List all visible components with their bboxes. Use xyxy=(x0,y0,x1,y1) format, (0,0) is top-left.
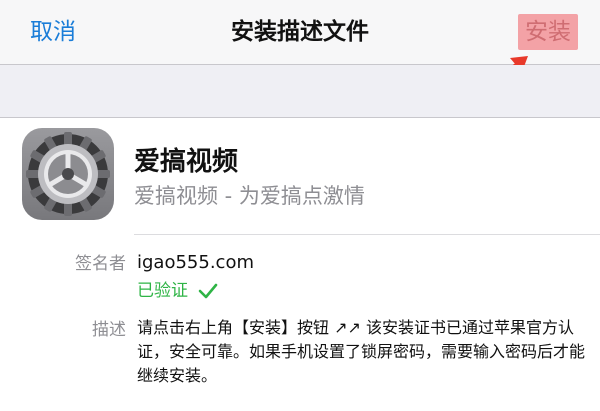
signer-label: 签名者 xyxy=(75,254,126,274)
divider xyxy=(134,234,600,235)
install-button[interactable]: 安装 xyxy=(518,14,578,50)
profile-name: 爱搞视频 xyxy=(134,147,239,177)
profile-subtitle: 爱搞视频 - 为爱搞点激情 xyxy=(134,184,365,208)
verified-status: 已验证 xyxy=(137,280,218,302)
section-separator xyxy=(0,65,600,118)
page-title: 安装描述文件 xyxy=(231,19,369,45)
verified-label: 已验证 xyxy=(137,281,188,301)
description-text: 请点击右上角【安装】按钮 ↗↗ 该安装证书已通过苹果官方认证，安全可靠。如果手机… xyxy=(137,318,586,385)
signer-value: igao555.com xyxy=(137,252,254,273)
checkmark-icon xyxy=(198,283,218,299)
install-profile-screen: 取消 安装描述文件 安装 爱搞视频 爱搞视频 - 为爱搞点激情 签名者 igao… xyxy=(0,0,600,411)
settings-gear-icon xyxy=(22,128,114,220)
description-label: 描述 xyxy=(92,320,126,340)
